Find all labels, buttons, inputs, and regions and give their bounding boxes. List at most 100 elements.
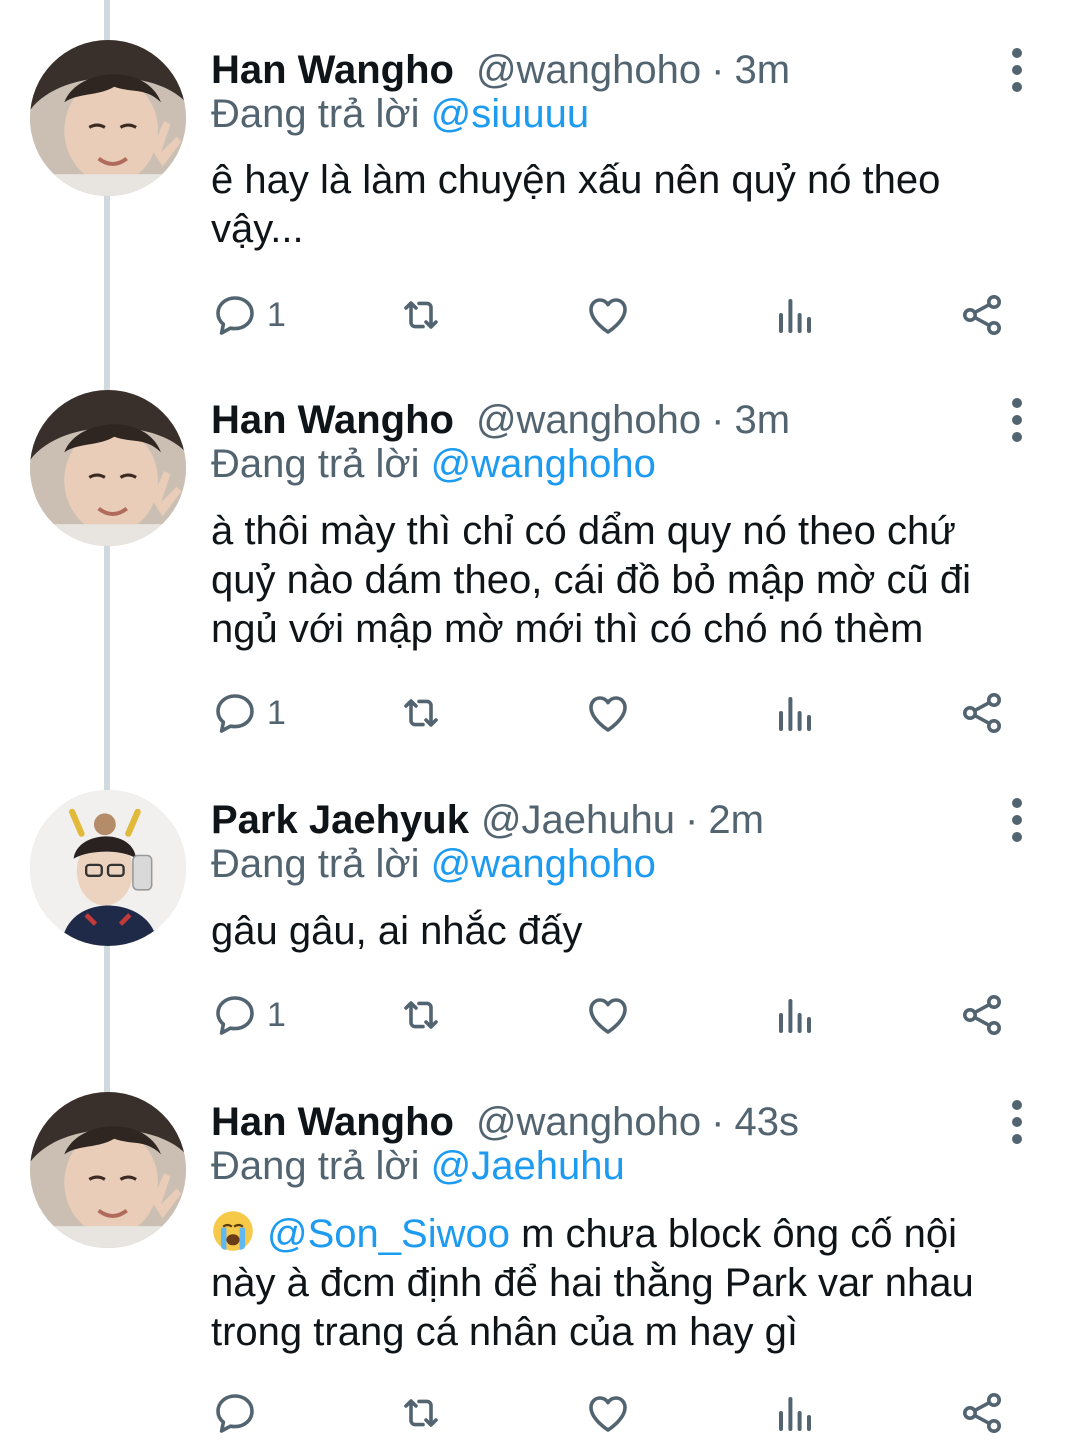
handle[interactable]: @wanghoho: [476, 398, 701, 443]
display-name[interactable]: Park Jaehyuk: [211, 798, 469, 843]
share-icon: [958, 1389, 1006, 1437]
like-button[interactable]: [584, 990, 632, 1040]
views-button[interactable]: [771, 1388, 819, 1438]
replying-to-label: Đang trả lời: [211, 842, 420, 886]
tweet-text-line: vậy...: [211, 207, 304, 251]
separator-dot: ·: [711, 1099, 725, 1144]
retweet-button[interactable]: [397, 290, 445, 340]
share-icon: [958, 991, 1006, 1039]
like-icon: [584, 991, 632, 1039]
retweet-button[interactable]: [397, 688, 445, 738]
more-icon[interactable]: [1004, 798, 1030, 842]
reply-button[interactable]: [211, 1388, 267, 1438]
share-icon: [958, 689, 1006, 737]
retweet-button[interactable]: [397, 1388, 445, 1438]
tweet-text-line: à thôi mày thì chỉ có dẩm quy nó theo ch…: [211, 509, 956, 553]
action-bar: 1: [211, 688, 1011, 738]
loudly-crying-emoji: [213, 1211, 253, 1251]
replying-to-label: Đang trả lời: [211, 92, 420, 136]
replying-to-mention[interactable]: @Jaehuhu: [431, 1144, 625, 1188]
reply-icon: [211, 1389, 259, 1437]
display-name[interactable]: Han Wangho: [211, 398, 454, 443]
more-icon[interactable]: [1004, 398, 1030, 442]
tweet-text-line: ê hay là làm chuyện xấu nên quỷ nó theo: [211, 158, 941, 202]
tweet-text-line: này à đcm định để hai thằng Park var nha…: [211, 1261, 974, 1305]
replying-to-label: Đang trả lời: [211, 442, 420, 486]
tweet[interactable]: Park Jaehyuk @Jaehuhu · 2m Đang trả lời …: [0, 790, 1080, 1080]
tweet-text-line: ngủ với mập mờ mới thì có chó nó thèm: [211, 607, 924, 651]
timestamp[interactable]: 3m: [734, 398, 790, 443]
display-name[interactable]: Han Wangho: [211, 1100, 454, 1145]
replying-to: Đang trả lời @wanghoho: [211, 842, 656, 887]
tweet-header: Han Wangho @wanghoho · 3m: [211, 390, 790, 450]
tweet-header: Park Jaehyuk @Jaehuhu · 2m: [211, 790, 764, 850]
tweet[interactable]: Han Wangho @wanghoho · 3m Đang trả lời @…: [0, 40, 1080, 370]
tweet-text-line: trong trang cá nhân của m hay gì: [211, 1310, 799, 1354]
retweet-icon: [397, 689, 445, 737]
views-button[interactable]: [771, 290, 819, 340]
timestamp[interactable]: 2m: [708, 798, 764, 843]
tweet-header: Han Wangho @wanghoho · 3m: [211, 40, 790, 100]
reply-icon: [211, 689, 259, 737]
replying-to-mention[interactable]: @wanghoho: [431, 842, 656, 886]
avatar[interactable]: [30, 790, 186, 946]
separator-dot: ·: [685, 797, 699, 842]
reply-icon: [211, 291, 259, 339]
replying-to-label: Đang trả lời: [211, 1144, 420, 1188]
timestamp[interactable]: 3m: [734, 48, 790, 93]
handle[interactable]: @wanghoho: [476, 1100, 701, 1145]
like-icon: [584, 1389, 632, 1437]
tweet[interactable]: Han Wangho @wanghoho · 3m Đang trả lời @…: [0, 390, 1080, 770]
retweet-button[interactable]: [397, 990, 445, 1040]
share-icon: [958, 291, 1006, 339]
handle[interactable]: @Jaehuhu: [481, 798, 675, 843]
views-icon: [771, 1389, 819, 1437]
share-button[interactable]: [958, 990, 1006, 1040]
share-button[interactable]: [958, 688, 1006, 738]
separator-dot: ·: [711, 397, 725, 442]
tweet-text: à thôi mày thì chỉ có dẩm quy nó theo ch…: [211, 507, 1031, 654]
avatar[interactable]: [30, 390, 186, 546]
tweet-text: @Son_Siwoo m chưa block ông cố nội này à…: [211, 1209, 1031, 1357]
reply-button[interactable]: 1: [211, 990, 286, 1040]
body-mention[interactable]: @Son_Siwoo: [267, 1212, 510, 1256]
action-bar: [211, 1388, 1011, 1438]
views-icon: [771, 991, 819, 1039]
like-button[interactable]: [584, 1388, 632, 1438]
reply-count: 1: [267, 693, 286, 732]
views-icon: [771, 291, 819, 339]
views-button[interactable]: [771, 990, 819, 1040]
tweet-text: ê hay là làm chuyện xấu nên quỷ nó theo …: [211, 156, 1031, 254]
replying-to-mention[interactable]: @wanghoho: [431, 442, 656, 486]
timestamp[interactable]: 43s: [734, 1100, 799, 1145]
tweet-text-line: @Son_Siwoo m chưa block ông cố nội: [211, 1209, 1031, 1259]
reply-icon: [211, 991, 259, 1039]
reply-button[interactable]: 1: [211, 688, 286, 738]
views-icon: [771, 689, 819, 737]
share-button[interactable]: [958, 1388, 1006, 1438]
action-bar: 1: [211, 290, 1011, 340]
like-icon: [584, 689, 632, 737]
retweet-icon: [397, 291, 445, 339]
handle[interactable]: @wanghoho: [476, 48, 701, 93]
action-bar: 1: [211, 990, 1011, 1040]
views-button[interactable]: [771, 688, 819, 738]
more-icon[interactable]: [1004, 48, 1030, 92]
reply-count: 1: [267, 295, 286, 334]
more-icon[interactable]: [1004, 1100, 1030, 1144]
like-button[interactable]: [584, 688, 632, 738]
avatar[interactable]: [30, 1092, 186, 1248]
thread-line: [104, 0, 110, 40]
tweet-text-segment: m chưa block ông cố nội: [509, 1212, 957, 1256]
display-name[interactable]: Han Wangho: [211, 48, 454, 93]
share-button[interactable]: [958, 290, 1006, 340]
reply-count: 1: [267, 995, 286, 1034]
separator-dot: ·: [711, 47, 725, 92]
replying-to-mention[interactable]: @siuuuu: [431, 92, 589, 136]
tweet[interactable]: Han Wangho @wanghoho · 43s Đang trả lời …: [0, 1092, 1080, 1440]
replying-to: Đang trả lời @wanghoho: [211, 442, 656, 487]
reply-button[interactable]: 1: [211, 290, 286, 340]
tweet-text-line: gâu gâu, ai nhắc đấy: [211, 909, 583, 953]
avatar[interactable]: [30, 40, 186, 196]
like-button[interactable]: [584, 290, 632, 340]
